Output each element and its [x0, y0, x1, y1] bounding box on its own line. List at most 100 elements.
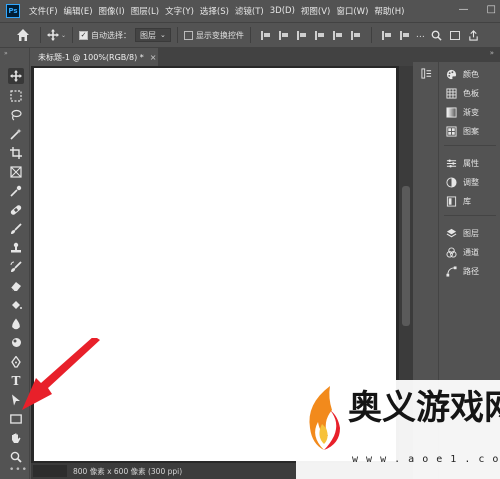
- window-controls: — □: [459, 4, 496, 15]
- palette-icon: [446, 69, 457, 80]
- zoom-field[interactable]: [33, 465, 67, 477]
- panel-color[interactable]: 颜色: [446, 66, 479, 82]
- options-divider: [40, 27, 41, 43]
- lasso-tool-icon[interactable]: [8, 107, 24, 123]
- menu-3d[interactable]: 3D(D): [267, 6, 298, 16]
- panel-adjustments[interactable]: 调整: [446, 174, 479, 190]
- eyedropper-tool-icon[interactable]: [8, 183, 24, 199]
- history-panel-icon[interactable]: [421, 68, 432, 82]
- panel-patterns[interactable]: 图案: [446, 123, 479, 139]
- patterns-icon: [446, 125, 457, 137]
- hand-tool-icon[interactable]: [8, 430, 24, 446]
- healing-brush-tool-icon[interactable]: [8, 202, 24, 218]
- move-tool-preset-icon[interactable]: ⌄: [47, 29, 66, 41]
- document-info: 800 像素 x 600 像素 (300 ppi): [73, 466, 183, 476]
- align-bottom-icon[interactable]: [350, 30, 361, 40]
- gradient-icon: [446, 106, 457, 118]
- menu-view[interactable]: 视图(V): [298, 5, 333, 17]
- distribute-center-icon[interactable]: [399, 30, 410, 40]
- brush-tool-icon[interactable]: [8, 221, 24, 237]
- watermark: 奥义游戏网 w w w . a o e 1 . c o m: [296, 380, 500, 479]
- status-more-icon[interactable]: •••: [9, 465, 28, 475]
- adjustments-icon: [446, 176, 457, 188]
- menu-filter[interactable]: 滤镜(T): [232, 5, 267, 17]
- layers-icon: [446, 228, 457, 239]
- panel-label: 属性: [463, 158, 479, 168]
- options-divider: [370, 27, 372, 43]
- menu-window[interactable]: 窗口(W): [333, 5, 371, 17]
- align-left-icon[interactable]: [260, 30, 271, 40]
- align-top-icon[interactable]: [314, 30, 325, 40]
- panel-label: 图案: [463, 126, 479, 136]
- panel-label: 渐变: [463, 107, 479, 117]
- annotation-arrow-icon: [22, 338, 100, 410]
- blur-tool-icon[interactable]: [8, 316, 24, 332]
- magic-wand-tool-icon[interactable]: [8, 126, 24, 142]
- crop-tool-icon[interactable]: [8, 145, 24, 161]
- menu-type[interactable]: 文字(Y): [162, 5, 197, 17]
- properties-icon: [446, 158, 457, 169]
- frame-tool-icon[interactable]: [8, 164, 24, 180]
- clone-stamp-tool-icon[interactable]: [8, 240, 24, 256]
- close-icon[interactable]: ×: [150, 53, 157, 62]
- menu-help[interactable]: 帮助(H): [371, 5, 407, 17]
- channels-icon: [446, 246, 457, 258]
- panel-channels[interactable]: 通道: [446, 244, 479, 260]
- panel-label: 调整: [463, 177, 479, 187]
- panel-group-divider: [444, 145, 496, 146]
- more-options-icon[interactable]: …: [416, 30, 425, 40]
- paint-bucket-tool-icon[interactable]: [8, 297, 24, 313]
- panel-dock-header: »: [413, 48, 500, 62]
- align-vertical-center-icon[interactable]: [332, 30, 343, 40]
- auto-select-checkbox[interactable]: ✓: [79, 30, 89, 40]
- menu-select[interactable]: 选择(S): [197, 5, 232, 17]
- align-horizontal-center-icon[interactable]: [278, 30, 289, 40]
- zoom-tool-icon[interactable]: [8, 449, 24, 465]
- options-divider: [176, 27, 178, 43]
- options-divider: [72, 27, 74, 43]
- workspace-icon[interactable]: [449, 30, 460, 40]
- auto-select-label: 自动选择：: [91, 30, 132, 40]
- panel-gradients[interactable]: 渐变: [446, 104, 479, 120]
- panel-label: 颜色: [463, 69, 479, 79]
- panel-swatches[interactable]: 色板: [446, 85, 479, 101]
- panel-label: 色板: [463, 88, 479, 98]
- paths-icon: [446, 265, 457, 277]
- menu-file[interactable]: 文件(F): [26, 5, 61, 17]
- distribute-icon[interactable]: [381, 30, 392, 40]
- menu-edit[interactable]: 编辑(E): [61, 5, 96, 17]
- rectangle-tool-icon[interactable]: [8, 411, 24, 427]
- panel-paths[interactable]: 路径: [446, 263, 479, 279]
- menu-layer[interactable]: 图层(L): [128, 5, 162, 17]
- swatches-icon: [446, 87, 457, 99]
- document-tab[interactable]: 未标题-1 @ 100%(RGB/8) * ×: [30, 48, 158, 66]
- panel-label: 路径: [463, 266, 479, 276]
- chevron-down-icon: ⌄: [160, 31, 166, 39]
- share-icon[interactable]: [468, 29, 479, 41]
- panel-properties[interactable]: 属性: [446, 155, 479, 171]
- minimize-button[interactable]: —: [459, 4, 469, 15]
- maximize-button[interactable]: □: [487, 4, 496, 15]
- show-transform-checkbox[interactable]: [183, 30, 193, 40]
- panel-label: 通道: [463, 247, 479, 257]
- menu-image[interactable]: 图像(I): [96, 5, 128, 17]
- align-right-icon[interactable]: [296, 30, 307, 40]
- auto-select-target-value: 图层: [140, 30, 157, 40]
- panel-group-divider: [444, 215, 496, 216]
- home-icon[interactable]: [16, 28, 30, 42]
- scrollbar-thumb[interactable]: [402, 186, 410, 326]
- panel-layers[interactable]: 图层: [446, 225, 479, 241]
- panel-label: 库: [463, 196, 471, 206]
- eraser-tool-icon[interactable]: [8, 278, 24, 294]
- collapse-panels-icon[interactable]: »: [490, 49, 494, 57]
- history-brush-tool-icon[interactable]: [8, 259, 24, 275]
- search-icon[interactable]: [431, 30, 442, 41]
- libraries-icon: [446, 195, 457, 207]
- marquee-tool-icon[interactable]: [8, 88, 24, 104]
- move-tool-icon[interactable]: [8, 68, 24, 84]
- options-divider: [249, 27, 251, 43]
- auto-select-target-select[interactable]: 图层 ⌄: [135, 28, 171, 42]
- collapse-toolbar-icon[interactable]: »: [4, 50, 8, 57]
- panel-libraries[interactable]: 库: [446, 193, 471, 209]
- watermark-title: 奥义游戏网: [348, 388, 500, 428]
